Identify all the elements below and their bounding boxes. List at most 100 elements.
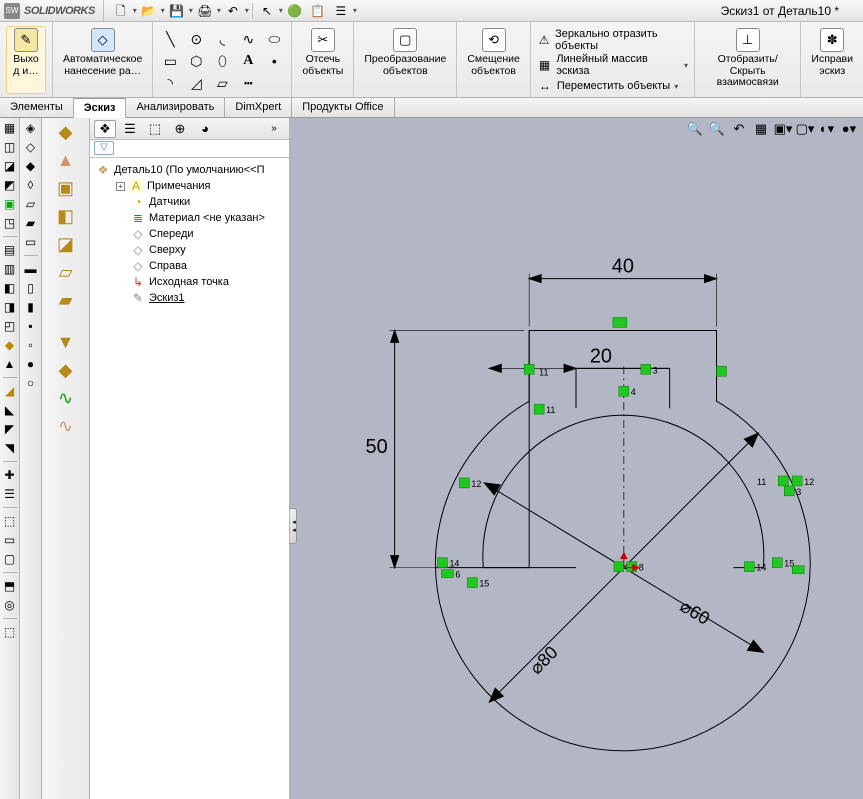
fm-btn8[interactable]: ▼ bbox=[52, 330, 80, 354]
graphics-viewport[interactable]: 🔍 🔍 ↶ ▦ ▣▾ ▢▾ ◐▾ ●▾ ◂◂ bbox=[290, 118, 863, 799]
tree-tab-dimxpert[interactable]: ⊕ bbox=[169, 120, 191, 138]
tree-tab-feature[interactable]: ❖ bbox=[94, 120, 116, 138]
rail1-btn4[interactable]: ◩ bbox=[2, 177, 18, 193]
fm-btn6[interactable]: ▱ bbox=[52, 260, 80, 284]
fm-btn5[interactable]: ◪ bbox=[52, 232, 80, 256]
fm-btn10[interactable]: ∿ bbox=[52, 386, 80, 410]
plane-tool[interactable]: ▱ bbox=[211, 73, 233, 93]
rail1-btn25[interactable]: ⬚ bbox=[2, 624, 18, 640]
rail1-btn10[interactable]: ◨ bbox=[2, 299, 18, 315]
tab-office[interactable]: Продукты Office bbox=[292, 98, 394, 117]
qat-save-button[interactable]: 💾 bbox=[166, 2, 188, 20]
tree-front-plane[interactable]: ◇ Спереди bbox=[92, 226, 287, 242]
rectangle-tool[interactable]: ▭ bbox=[159, 51, 181, 71]
rail1-btn7[interactable]: ▤ bbox=[2, 242, 18, 258]
rail2-btn4[interactable]: ◊ bbox=[23, 177, 39, 193]
rail1-btn12[interactable]: ◆ bbox=[2, 337, 18, 353]
qat-options-button[interactable]: 📋 bbox=[307, 2, 329, 20]
ellipse-tool[interactable]: ⬭ bbox=[263, 29, 285, 49]
rail2-btn3[interactable]: ◆ bbox=[23, 158, 39, 174]
circle-tool[interactable]: ⊙ bbox=[185, 29, 207, 49]
trim-button[interactable]: ✂ Отсечь объекты bbox=[298, 26, 347, 94]
fm-btn9[interactable]: ◆ bbox=[52, 358, 80, 382]
tree-sketch1[interactable]: ✎ Эскиз1 bbox=[92, 290, 287, 306]
rail1-btn14[interactable]: ◢ bbox=[2, 383, 18, 399]
tree-tab-display[interactable]: ◕ bbox=[194, 120, 216, 138]
qat-undo-button[interactable]: ↶ bbox=[222, 2, 244, 20]
exit-sketch-button[interactable]: ✎ Выхо д и… bbox=[6, 26, 46, 94]
qat-rebuild-button[interactable]: 🟢 bbox=[284, 2, 306, 20]
tree-tab-property[interactable]: ☰ bbox=[119, 120, 141, 138]
fm-btn1[interactable]: ◆ bbox=[52, 120, 80, 144]
mirror-button[interactable]: ⚠ Зеркально отразить объекты bbox=[537, 28, 688, 52]
rail1-btn20[interactable]: ⬚ bbox=[2, 513, 18, 529]
rail2-btn11[interactable]: ▪ bbox=[23, 318, 39, 334]
line-tool[interactable]: ╲ bbox=[159, 29, 181, 49]
dim-40[interactable]: 40 bbox=[612, 256, 634, 278]
tree-origin[interactable]: ↳ Исходная точка bbox=[92, 274, 287, 290]
rail1-btn18[interactable]: ✚ bbox=[2, 467, 18, 483]
qat-select-button[interactable]: ↖ bbox=[256, 2, 278, 20]
rail1-btn22[interactable]: ▢ bbox=[2, 551, 18, 567]
tab-dimxpert[interactable]: DimXpert bbox=[225, 98, 292, 117]
linear-pattern-button[interactable]: ▦ Линейный массив эскиза ▾ bbox=[537, 53, 688, 77]
rail1-btn23[interactable]: ⬒ bbox=[2, 578, 18, 594]
dim-50[interactable]: 50 bbox=[365, 436, 387, 458]
rail2-btn13[interactable]: ● bbox=[23, 356, 39, 372]
filter-icon[interactable]: ▽ bbox=[94, 141, 114, 155]
rail1-btn24[interactable]: ◎ bbox=[2, 597, 18, 613]
tree-sensors[interactable]: ◔ Датчики bbox=[92, 194, 287, 210]
dim-20[interactable]: 20 bbox=[590, 345, 612, 367]
tab-features[interactable]: Элементы bbox=[0, 98, 74, 117]
fm-btn4[interactable]: ◧ bbox=[52, 204, 80, 228]
polygon-tool[interactable]: ⬡ bbox=[185, 51, 207, 71]
offset-button[interactable]: ⟲ Смещение объектов bbox=[463, 26, 524, 94]
centerline-tool[interactable]: ┅ bbox=[237, 73, 259, 93]
slot-tool[interactable]: ⬯ bbox=[211, 51, 233, 71]
rail2-btn9[interactable]: ▯ bbox=[23, 280, 39, 296]
tab-evaluate[interactable]: Анализировать bbox=[126, 98, 225, 117]
rail2-btn7[interactable]: ▭ bbox=[23, 234, 39, 250]
dim-d80[interactable]: 80 bbox=[533, 642, 561, 670]
rail1-btn11[interactable]: ◰ bbox=[2, 318, 18, 334]
rail1-btn13[interactable]: ▲ bbox=[2, 356, 18, 372]
tree-expand-button[interactable]: » bbox=[263, 120, 285, 138]
spline-tool[interactable]: ∿ bbox=[237, 29, 259, 49]
rail1-btn1[interactable]: ▦ bbox=[2, 120, 18, 136]
convert-button[interactable]: ▢ Преобразование объектов bbox=[360, 26, 450, 94]
qat-open-button[interactable]: 📂 bbox=[138, 2, 160, 20]
rail1-btn16[interactable]: ◤ bbox=[2, 421, 18, 437]
fm-btn7[interactable]: ▰ bbox=[52, 288, 80, 312]
point-tool[interactable]: • bbox=[263, 51, 285, 71]
qat-panes-button[interactable]: ☰ bbox=[330, 2, 352, 20]
tab-sketch[interactable]: Эскиз bbox=[74, 98, 127, 118]
rail1-btn17[interactable]: ◥ bbox=[2, 440, 18, 456]
tree-right-plane[interactable]: ◇ Справа bbox=[92, 258, 287, 274]
rail1-btn19[interactable]: ☰ bbox=[2, 486, 18, 502]
rail2-btn5[interactable]: ▱ bbox=[23, 196, 39, 212]
display-relations-button[interactable]: ⊥ Отобразить/Скрыть взаимосвязи bbox=[701, 26, 794, 94]
fm-btn2[interactable]: ▲ bbox=[52, 148, 80, 172]
rail2-btn6[interactable]: ▰ bbox=[23, 215, 39, 231]
qat-print-button[interactable]: 🖨 bbox=[194, 2, 216, 20]
rail2-btn14[interactable]: ○ bbox=[23, 375, 39, 391]
arc-tool[interactable]: ◟ bbox=[211, 29, 233, 49]
move-button[interactable]: ↔ Переместить объекты ▾ bbox=[537, 78, 688, 94]
rail1-btn2[interactable]: ◫ bbox=[2, 139, 18, 155]
fm-btn11[interactable]: ∿ bbox=[52, 414, 80, 438]
tree-material[interactable]: ≣ Материал <не указан> bbox=[92, 210, 287, 226]
rail2-btn2[interactable]: ◇ bbox=[23, 139, 39, 155]
qat-new-button[interactable]: 🗋 bbox=[110, 2, 132, 20]
tree-tab-config[interactable]: ⬚ bbox=[144, 120, 166, 138]
tree-annotations[interactable]: + A Примечания bbox=[92, 178, 287, 194]
fillet-tool[interactable]: ◝ bbox=[159, 73, 181, 93]
text-tool[interactable]: A bbox=[237, 51, 259, 71]
smart-dimension-button[interactable]: ◇ Автоматическое нанесение ра… bbox=[59, 26, 146, 94]
rail1-btn15[interactable]: ◣ bbox=[2, 402, 18, 418]
tree-top-plane[interactable]: ◇ Сверху bbox=[92, 242, 287, 258]
rail1-btn6[interactable]: ◳ bbox=[2, 215, 18, 231]
rail1-btn5[interactable]: ▣ bbox=[2, 196, 18, 212]
dim-d60[interactable]: 60 bbox=[686, 601, 713, 628]
rail2-btn10[interactable]: ▮ bbox=[23, 299, 39, 315]
tree-root[interactable]: ❖ Деталь10 (По умолчанию<<П bbox=[92, 162, 287, 178]
